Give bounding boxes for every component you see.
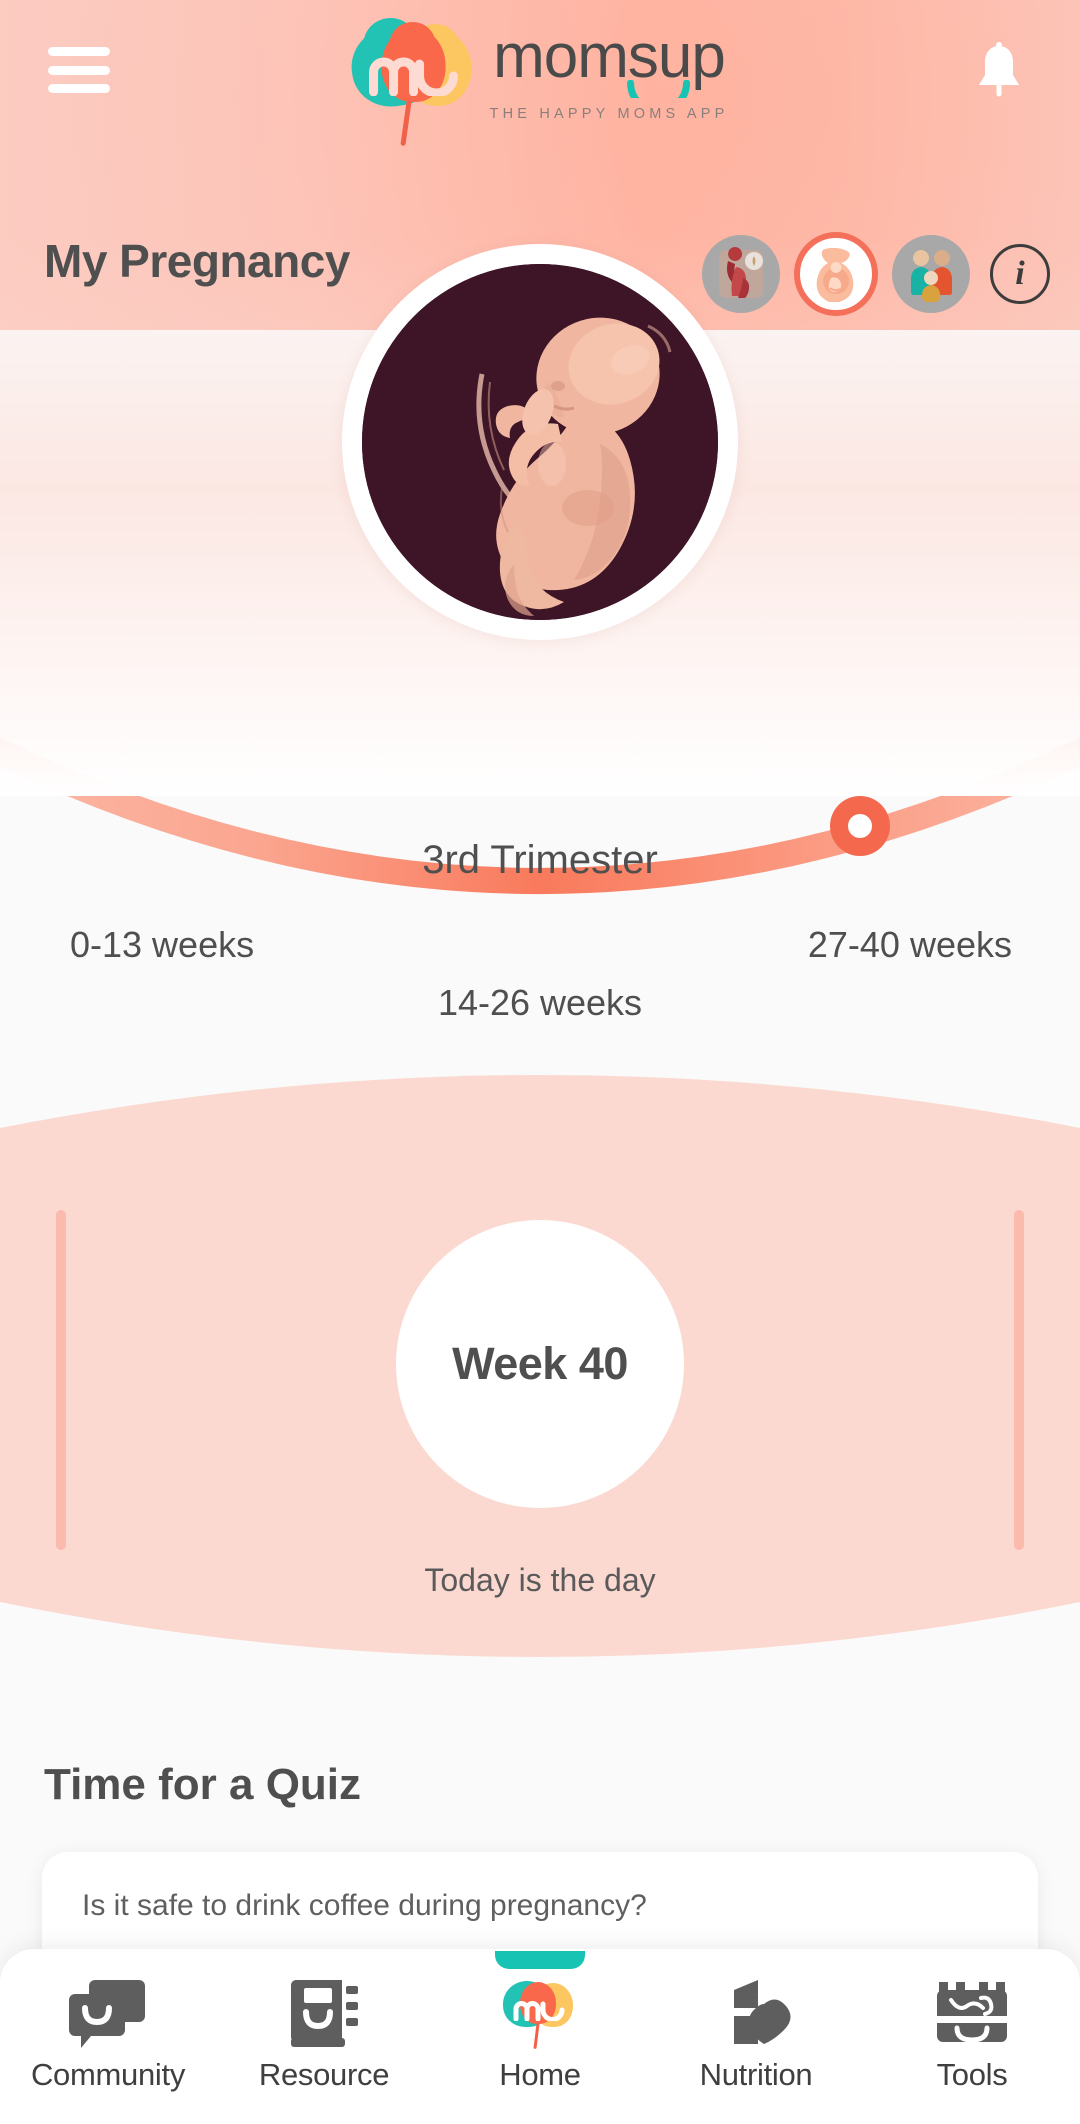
mu-smile-glyph	[369, 57, 459, 96]
trimester-3-label: 27-40 weeks	[807, 924, 1012, 965]
nav-item-community[interactable]: Community	[8, 1975, 208, 2093]
quiz-title: Time for a Quiz	[44, 1760, 362, 1809]
brand-tagline: THE HAPPY MOMS APP	[489, 106, 729, 122]
active-tab-indicator	[495, 1951, 585, 1969]
trimester-1-label: 0-13 weeks	[70, 924, 255, 965]
nav-item-tools[interactable]: Tools	[872, 1975, 1072, 2093]
brand-wordmark: momsup THE HAPPY MOMS APP	[489, 26, 729, 123]
belly-fetus-icon	[816, 247, 854, 302]
bottom-navigation: Community Resource Home Nutrition Tools	[0, 1949, 1080, 2124]
fetus-hero	[0, 236, 1080, 876]
page-header-row: My Pregnancy i	[0, 232, 1080, 318]
momsup-balloon-icon	[346, 8, 484, 147]
trimester-2-label: 14-26 weeks	[437, 982, 643, 1023]
nav-label-resource: Resource	[258, 2057, 390, 2092]
week-rail-right	[1014, 1210, 1024, 1550]
family-heart-icon	[911, 250, 952, 302]
nav-label-home: Home	[499, 2057, 581, 2092]
nav-label-community: Community	[30, 2057, 186, 2092]
family-tab[interactable]	[892, 235, 970, 313]
nav-item-nutrition[interactable]: Nutrition	[656, 1975, 856, 2093]
info-icon[interactable]: i	[990, 244, 1050, 304]
week-label: Week 40	[452, 1338, 628, 1389]
momsup-logo-icon	[503, 1975, 577, 2051]
quiz-question: Is it safe to drink coffee during pregna…	[82, 1889, 647, 1922]
milk-carton-icon	[718, 1975, 794, 2051]
app-screen: momsup THE HAPPY MOMS APP My Pregnancy i…	[0, 0, 1080, 2124]
brand-logo: momsup THE HAPPY MOMS APP	[346, 8, 729, 147]
week-rail-left	[56, 1210, 66, 1550]
top-bar: momsup THE HAPPY MOMS APP	[0, 0, 1080, 150]
mode-tabs: i	[702, 232, 1050, 316]
chat-bubbles-icon	[69, 1975, 147, 2051]
bell-icon[interactable]	[974, 42, 1024, 100]
toolbox-icon	[933, 1975, 1011, 2051]
hamburger-menu-icon[interactable]	[48, 47, 110, 93]
page-title: My Pregnancy	[44, 235, 350, 287]
nav-label-nutrition: Nutrition	[699, 2057, 813, 2092]
book-icon	[288, 1975, 360, 2051]
brand-smile-icon	[627, 80, 691, 98]
week-panel: Week 40 Today is the day	[0, 1062, 1080, 1722]
week-indicator[interactable]: Week 40	[396, 1220, 684, 1508]
pregnant-woman-icon	[719, 247, 763, 298]
belly-fetus-tab[interactable]	[794, 232, 878, 316]
nav-label-tools: Tools	[936, 2057, 1008, 2092]
week-subtitle: Today is the day	[424, 1562, 656, 1598]
nav-item-resource[interactable]: Resource	[224, 1975, 424, 2093]
pregnant-woman-tab[interactable]	[702, 235, 780, 313]
nav-item-home[interactable]: Home	[440, 1951, 640, 2093]
